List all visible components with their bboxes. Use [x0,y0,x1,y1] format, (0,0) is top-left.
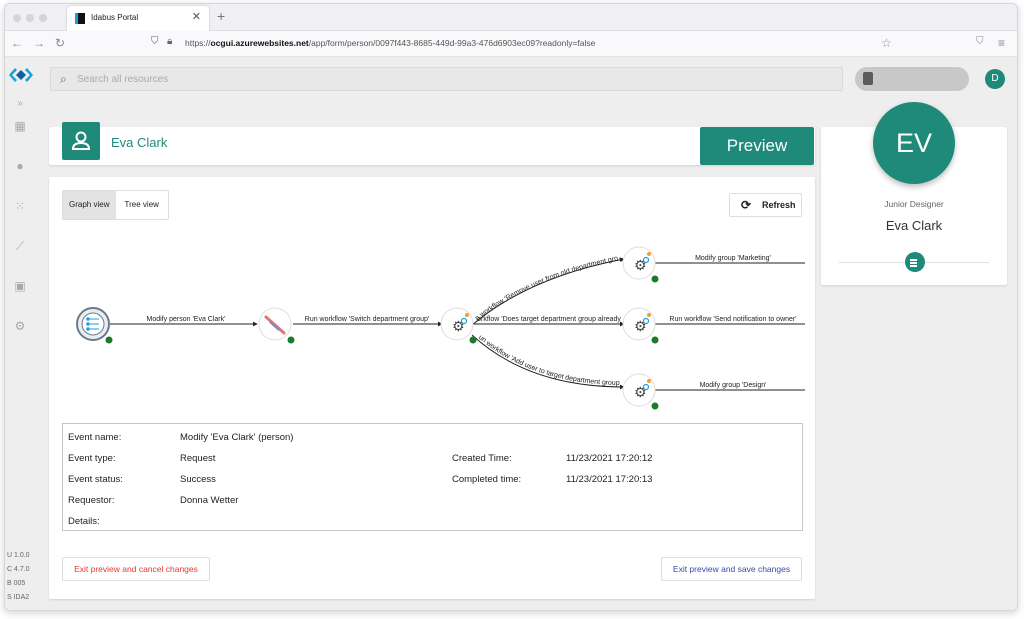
event-status-value: Success [180,474,216,485]
lock-icon[interactable]: 🔒︎ [167,36,172,47]
app-area: » ▦ ● ⁙ ⟋ ▣ ⚙ U 1.0.0 C 4.7.0 B 005 S ID… [5,57,1017,610]
person-icon[interactable]: ● [13,159,27,173]
version-u: U 1.0.0 [7,552,30,559]
menu-icon[interactable]: ≡ [998,36,1005,50]
status-dot [651,336,659,344]
apps-grid-icon[interactable]: ⁙ [13,199,27,213]
created-time-value: 11/23/2021 17:20:12 [566,453,653,464]
details-label: Details: [68,516,100,527]
svg-text:⚙: ⚙ [634,319,647,335]
refresh-icon: ⟳ [741,198,752,212]
back-icon[interactable]: ← [11,36,23,50]
completed-time-label: Completed time: [452,474,522,485]
exit-preview-save-button[interactable]: Exit preview and save changes [661,557,802,581]
created-time-label: Created Time: [452,453,512,464]
svg-text:⚙: ⚙ [634,258,647,274]
forward-icon[interactable]: → [33,36,45,50]
url-bar[interactable]: ⛉ 🔒︎ https://ocgui.azurewebsites.net/app… [147,33,903,54]
navigation-bar: ← → ↻ ⛉ 🔒︎ https://ocgui.azurewebsites.n… [5,31,1017,57]
preview-button[interactable]: Preview [700,127,814,165]
version-b: B 005 [7,580,26,587]
node-modify-person[interactable] [258,307,295,344]
requestor-value: Donna Wetter [180,495,239,506]
event-type-value: Request [180,453,216,464]
shield-icon[interactable]: ⛉ [151,36,159,47]
node-workflow-does-target[interactable]: ⚙ [622,307,659,344]
edge-label-run-switch: Run workflow 'Switch department group' [305,316,429,323]
search-bar[interactable]: ⌕ Search all resources [50,67,843,91]
refresh-button[interactable]: ⟳ Refresh [729,193,802,217]
expand-sidebar-icon[interactable]: » [13,97,27,111]
edge-label-modify-person: Modify person 'Eva Clark' [147,316,226,323]
completed-time-value: 11/23/2021 17:20:13 [566,474,653,485]
new-tab-icon[interactable]: + [217,8,225,24]
status-dot [105,336,113,344]
edge-label-add-user: un workflow 'Add user to target departme… [477,334,620,387]
tab-close-icon[interactable]: ✕ [192,10,201,23]
search-input[interactable]: Search all resources [77,74,168,85]
clipboard-toggle[interactable] [855,67,969,91]
bookmark-star-icon[interactable]: ☆ [881,36,892,50]
event-name-label: Event name: [68,432,122,443]
exit-preview-cancel-button[interactable]: Exit preview and cancel changes [62,557,210,581]
view-toggle: Graph view Tree view [62,190,169,220]
edge-label-modify-design: Modify group 'Design' [700,382,767,389]
browser-window: Idabus Portal ✕ + ← → ↻ ⛉ 🔒︎ https://ocg… [4,3,1018,611]
close-window-button[interactable] [13,14,21,22]
tab-strip: Idabus Portal ✕ + [5,4,1017,31]
edge-label-modify-marketing: Modify group 'Marketing' [695,255,771,262]
tab-title: Idabus Portal [91,13,139,22]
profile-name: Eva Clark [885,218,943,233]
svg-text:⚙: ⚙ [634,385,647,401]
person-object-icon [62,122,100,160]
svg-text:⚙: ⚙ [452,319,465,335]
search-icon: ⌕ [60,72,67,86]
favicon-icon [75,13,85,24]
clipboard-icon [863,72,873,85]
tree-view-tab[interactable]: Tree view [116,191,169,219]
left-sidebar: » ▦ ● ⁙ ⟋ ▣ ⚙ U 1.0.0 C 4.7.0 B 005 S ID… [5,57,39,610]
preview-panel: Graph view Tree view ⟳ Refresh Modify pe… [49,177,815,599]
pocket-icon[interactable]: ⛉ [976,36,984,47]
browser-tab[interactable]: Idabus Portal ✕ [67,6,209,31]
event-graph: Modify person 'Eva Clark' Run workflow '… [76,246,805,410]
status-dot [287,336,295,344]
edge-label-send-notification: Run workflow 'Send notification to owner… [669,316,796,323]
node-workflow-remove[interactable]: ⚙ [622,246,659,283]
version-s: S IDA2 [7,594,30,601]
refresh-label: Refresh [762,200,796,210]
event-type-label: Event type: [68,453,116,464]
maximize-window-button[interactable] [39,14,47,22]
idabus-logo-icon[interactable] [9,67,33,83]
profile-action-icon[interactable] [905,252,925,272]
dashboard-icon[interactable]: ▦ [13,119,27,133]
event-name-value: Modify 'Eva Clark' (person) [180,432,294,443]
report-icon[interactable]: ▣ [13,279,27,293]
graph-view-tab[interactable]: Graph view [63,191,116,219]
status-dot [469,336,477,344]
reload-icon[interactable]: ↻ [55,36,65,50]
page-title: Eva Clark [111,135,168,150]
minimize-window-button[interactable] [26,14,34,22]
status-dot [651,402,659,410]
status-dot [651,275,659,283]
edge-label-does-target: orkflow 'Does target department group al… [477,316,621,323]
node-workflow-switch[interactable]: ⚙ [440,307,477,344]
user-avatar[interactable]: D [985,69,1005,89]
trending-icon[interactable]: ⟋ [13,239,27,253]
node-workflow-add[interactable]: ⚙ [622,373,659,410]
event-status-label: Event status: [68,474,123,485]
node-event-source[interactable] [76,307,113,344]
requestor-label: Requestor: [68,495,115,506]
url-text: https://ocgui.azurewebsites.net/app/form… [185,38,596,48]
event-details: Event name: Modify 'Eva Clark' (person) … [62,423,803,531]
version-c: C 4.7.0 [7,566,30,573]
settings-gear-icon[interactable]: ⚙ [13,319,27,333]
job-title: Junior Designer [884,199,944,209]
profile-avatar: EV [873,102,955,184]
